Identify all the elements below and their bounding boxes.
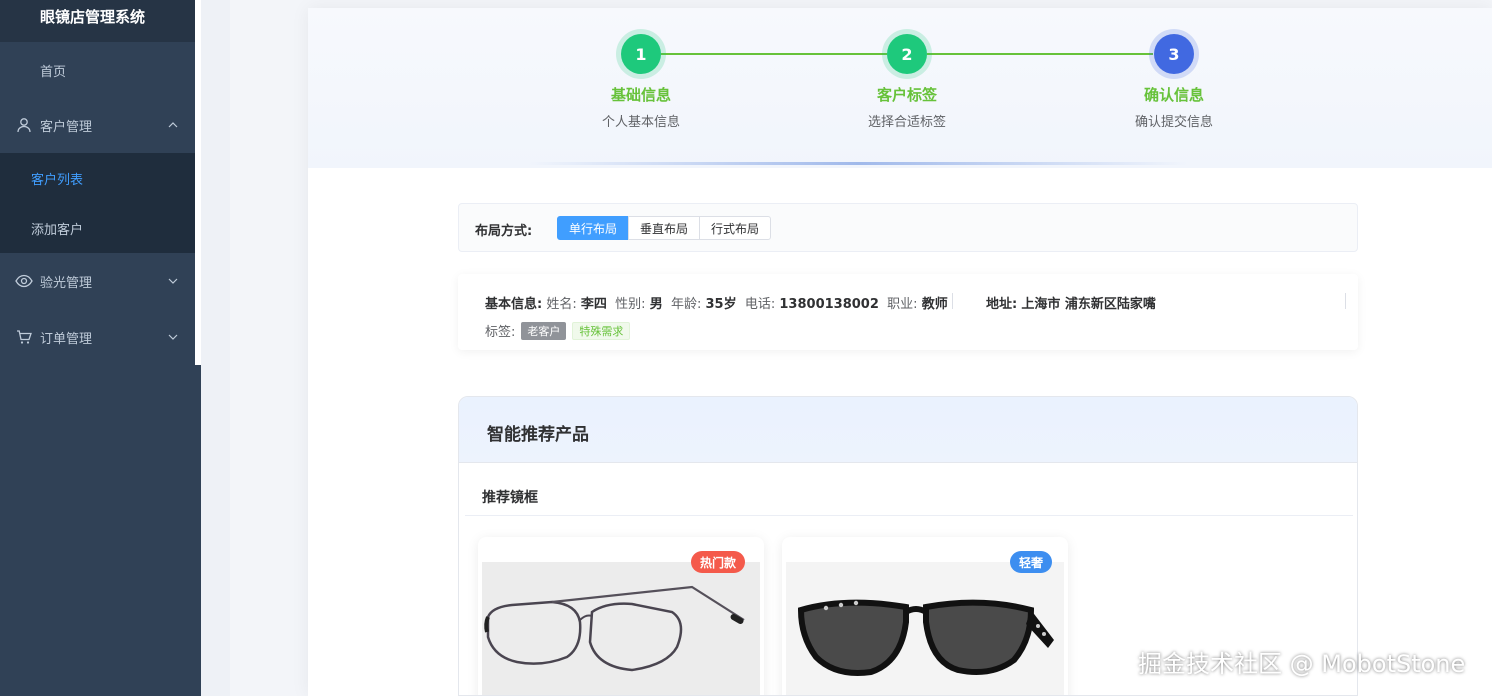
- step-2-desc: 选择合适标签: [867, 115, 946, 130]
- menu-home-label: 首页: [40, 64, 67, 80]
- job-key: 职业:: [887, 297, 918, 312]
- menu-add-customer-label: 添加客户: [31, 222, 84, 238]
- recommend-section-title: 推荐镜框: [482, 490, 538, 506]
- info-divider: [952, 293, 953, 309]
- layout-switcher: 布局方式: 单行布局 垂直布局 行式布局: [458, 203, 1358, 252]
- address-value: 上海市 浦东新区陆家嘴: [1021, 297, 1156, 312]
- tags-row: 标签: 老客户 特殊需求: [485, 321, 631, 340]
- basic-info-row: 基本信息: 姓名: 李四 性别: 男 年龄: 35岁 电话: 138001380…: [485, 293, 948, 312]
- step-3-desc: 确认提交信息: [1134, 115, 1213, 130]
- layout-label: 布局方式:: [475, 224, 533, 239]
- app-title: 眼镜店管理系统: [40, 8, 146, 26]
- chevron-up-icon: [168, 122, 178, 128]
- eye-icon: [15, 272, 33, 290]
- chevron-down-icon: [168, 278, 178, 284]
- step-2-circle[interactable]: 2: [887, 34, 927, 74]
- sunglasses-image: [786, 562, 1064, 695]
- steps-underline: [528, 162, 1188, 165]
- menu-item-add-customer[interactable]: 添加客户: [0, 203, 201, 253]
- age-value: 35岁: [705, 297, 737, 312]
- tags-key: 标签:: [485, 325, 516, 340]
- menu-customer-label: 客户管理: [40, 119, 93, 135]
- step-2-title: 客户标签: [876, 86, 937, 104]
- info-divider-end: [1345, 293, 1346, 309]
- product-badge-luxury: 轻奢: [1010, 551, 1053, 573]
- age-key: 年龄:: [670, 297, 702, 312]
- customer-summary: 基本信息: 姓名: 李四 性别: 男 年龄: 35岁 电话: 138001380…: [458, 274, 1358, 350]
- basic-info-label: 基本信息:: [485, 297, 543, 312]
- section-divider: [465, 515, 1353, 516]
- main-card: 1 基础信息 个人基本信息 2 客户标签 选择合适标签 3 确认信息 确认提交信…: [308, 8, 1492, 696]
- step-connector-2: [927, 53, 1153, 55]
- sidebar: 眼镜店管理系统 首页 客户管理 客户列表 添加客户 验光管理 订单管理: [0, 0, 201, 696]
- job-value: 教师: [921, 297, 948, 312]
- cart-icon: [15, 328, 33, 346]
- recommend-header: 智能推荐产品: [459, 397, 1357, 463]
- steps-panel: 1 基础信息 个人基本信息 2 客户标签 选择合适标签 3 确认信息 确认提交信…: [308, 8, 1492, 168]
- address-key: 地址:: [986, 297, 1018, 312]
- name-key: 姓名:: [546, 297, 577, 312]
- menu-item-customer-list[interactable]: 客户列表: [0, 153, 201, 203]
- content-gutter: [201, 0, 230, 696]
- step-1-circle[interactable]: 1: [621, 34, 661, 74]
- phone-key: 电话:: [744, 297, 776, 312]
- user-icon: [15, 116, 33, 134]
- menu-orders-label: 订单管理: [40, 331, 93, 347]
- menu-item-orders[interactable]: 订单管理: [0, 309, 201, 365]
- name-value: 李四: [580, 297, 607, 312]
- menu-item-customer[interactable]: 客户管理: [0, 97, 201, 153]
- menu-customer-list-label: 客户列表: [31, 172, 84, 188]
- product-card[interactable]: 轻奢: [782, 537, 1068, 695]
- gender-value: 男: [649, 297, 663, 312]
- phone-value: 13800138002: [779, 297, 879, 312]
- layout-option-vertical[interactable]: 垂直布局: [628, 216, 700, 240]
- step-3-circle[interactable]: 3: [1154, 34, 1194, 74]
- menu-item-optometry[interactable]: 验光管理: [0, 253, 201, 309]
- gender-key: 性别:: [615, 297, 646, 312]
- layout-option-single[interactable]: 单行布局: [557, 216, 629, 240]
- step-1-desc: 个人基本信息: [601, 115, 680, 130]
- step-1-title: 基础信息: [610, 86, 671, 104]
- recommend-title: 智能推荐产品: [487, 425, 589, 445]
- product-card[interactable]: 热门款: [478, 537, 764, 695]
- product-badge-hot: 热门款: [691, 551, 746, 573]
- watermark: 掘金技术社区 @ MobotStone: [1138, 650, 1466, 678]
- layout-option-inline[interactable]: 行式布局: [699, 216, 771, 240]
- sidebar-header: 眼镜店管理系统: [0, 0, 201, 42]
- menu-optometry-label: 验光管理: [40, 275, 93, 291]
- chevron-down-icon: [168, 334, 178, 340]
- address-row: 地址: 上海市 浦东新区陆家嘴: [986, 293, 1156, 312]
- glasses-image: [482, 562, 760, 695]
- tag-special-need: 特殊需求: [572, 321, 631, 340]
- tag-old-customer: 老客户: [521, 321, 567, 340]
- step-connector-1: [661, 53, 887, 55]
- step-3-title: 确认信息: [1143, 86, 1204, 104]
- menu-item-home[interactable]: 首页: [0, 42, 201, 98]
